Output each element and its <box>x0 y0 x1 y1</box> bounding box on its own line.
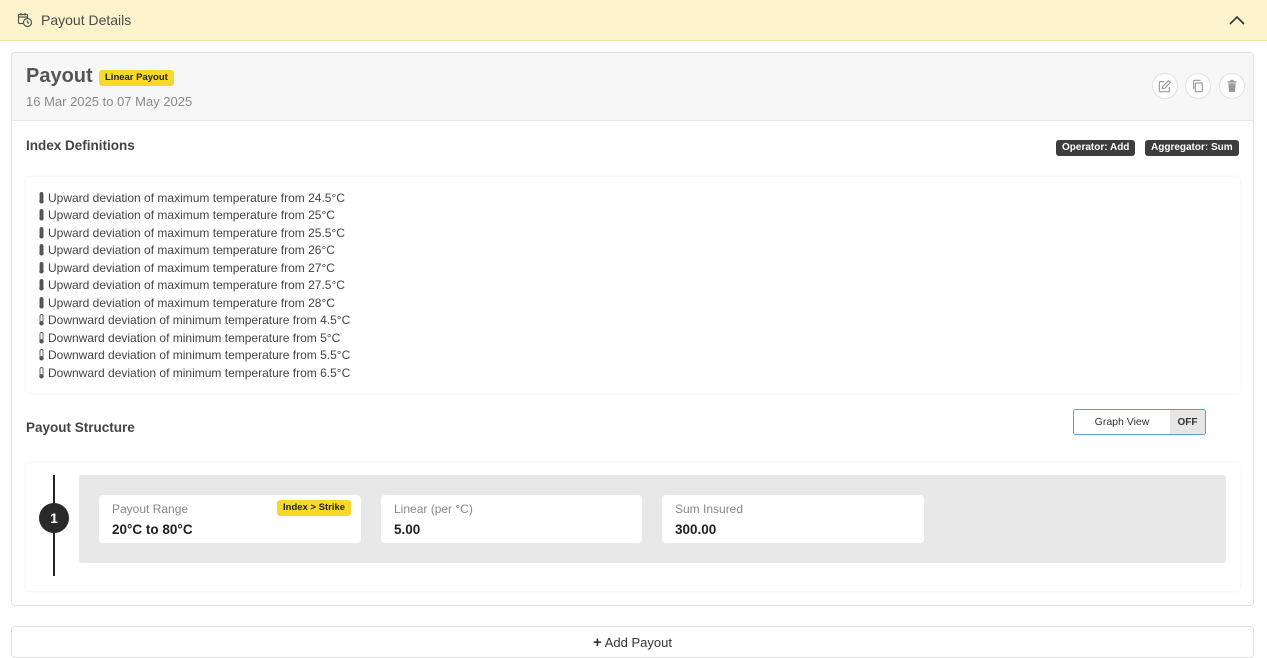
trash-icon <box>1227 79 1237 93</box>
index-definition-text: Upward deviation of maximum temperature … <box>48 278 345 293</box>
add-payout-button[interactable]: + Add Payout <box>11 626 1254 658</box>
thermometer-low-icon <box>39 349 44 361</box>
graph-view-toggle[interactable]: Graph View OFF <box>1073 409 1206 435</box>
thermometer-high-icon <box>39 244 44 256</box>
sum-insured-field: Sum Insured 300.00 <box>662 495 924 543</box>
payout-structure-heading: Payout Structure <box>26 420 135 435</box>
index-definition-text: Downward deviation of minimum temperatur… <box>48 330 341 345</box>
index-definition-item: Upward deviation of maximum temperature … <box>38 207 350 225</box>
add-payout-label: Add Payout <box>604 634 672 650</box>
payout-step-panel: Payout Range Index > Strike 20°C to 80°C… <box>79 475 1226 563</box>
index-definition-text: Upward deviation of maximum temperature … <box>48 225 345 240</box>
sum-insured-value: 300.00 <box>675 522 717 537</box>
index-definition-item: Downward deviation of minimum temperatur… <box>38 364 350 382</box>
index-definition-item: Upward deviation of maximum temperature … <box>38 189 350 207</box>
thermometer-low-icon <box>39 314 44 326</box>
thermometer-high-icon <box>39 279 44 291</box>
index-definition-text: Upward deviation of maximum temperature … <box>48 295 335 310</box>
linear-rate-field: Linear (per °C) 5.00 <box>381 495 642 543</box>
index-definitions-list-box: Upward deviation of maximum temperature … <box>26 177 1240 393</box>
payout-title: Payout <box>26 65 93 87</box>
edit-icon <box>1158 79 1172 93</box>
thermometer-high-icon <box>39 209 44 221</box>
calendar-clock-icon <box>17 13 33 28</box>
index-definition-text: Downward deviation of minimum temperatur… <box>48 348 351 363</box>
index-definition-text: Upward deviation of maximum temperature … <box>48 243 335 258</box>
section-title: Payout Details <box>41 12 132 28</box>
graph-view-label: Graph View <box>1094 416 1150 428</box>
thermometer-high-icon <box>39 296 44 309</box>
payout-range-label: Payout Range <box>112 502 189 516</box>
strike-condition-badge: Index > Strike <box>277 500 352 516</box>
index-definition-item: Downward deviation of minimum temperatur… <box>38 329 350 347</box>
aggregator-badge: Aggregator: Sum <box>1145 140 1239 156</box>
payout-structure-box: 1 Payout Range Index > Strike 20°C to 80… <box>26 463 1240 591</box>
payout-type-badge: Linear Payout <box>99 70 174 86</box>
index-definition-item: Upward deviation of maximum temperature … <box>38 224 350 242</box>
copy-icon <box>1193 79 1203 93</box>
edit-button[interactable] <box>1152 73 1178 99</box>
payout-range-field: Payout Range Index > Strike 20°C to 80°C <box>99 495 361 543</box>
index-definition-text: Upward deviation of maximum temperature … <box>48 208 335 223</box>
duplicate-button[interactable] <box>1185 73 1211 99</box>
thermometer-high-icon <box>39 191 44 204</box>
index-definition-item: Upward deviation of maximum temperature … <box>38 294 350 312</box>
thermometer-high-icon <box>39 261 44 274</box>
index-definitions-list: Upward deviation of maximum temperature … <box>38 189 350 382</box>
index-definition-item: Upward deviation of maximum temperature … <box>38 242 350 260</box>
index-definition-item: Downward deviation of minimum temperatur… <box>38 312 350 330</box>
index-definition-text: Downward deviation of minimum temperatur… <box>48 313 351 328</box>
step-number: 1 <box>39 503 69 533</box>
index-definition-item: Upward deviation of maximum temperature … <box>38 259 350 277</box>
payout-dates: 16 Mar 2025 to 07 May 2025 <box>26 94 193 109</box>
sum-insured-label: Sum Insured <box>675 502 744 516</box>
payout-card: Payout Linear Payout 16 Mar 2025 to 07 M… <box>11 52 1254 606</box>
thermometer-high-icon <box>39 226 44 239</box>
payout-card-header: Payout Linear Payout 16 Mar 2025 to 07 M… <box>12 53 1253 121</box>
index-definition-text: Upward deviation of maximum temperature … <box>48 260 335 275</box>
linear-rate-value: 5.00 <box>394 522 421 537</box>
thermometer-low-icon <box>39 366 44 379</box>
thermometer-low-icon <box>39 331 44 344</box>
delete-button[interactable] <box>1219 73 1245 99</box>
index-definition-text: Downward deviation of minimum temperatur… <box>48 365 351 380</box>
index-definition-text: Upward deviation of maximum temperature … <box>48 190 345 205</box>
chevron-up-icon[interactable] <box>1228 12 1246 28</box>
index-definition-item: Downward deviation of minimum temperatur… <box>38 347 350 365</box>
payout-range-value: 20°C to 80°C <box>112 522 193 537</box>
index-definitions-heading: Index Definitions <box>26 138 135 153</box>
graph-view-state: OFF <box>1170 410 1205 434</box>
index-definition-item: Upward deviation of maximum temperature … <box>38 277 350 295</box>
linear-rate-label: Linear (per °C) <box>394 502 473 516</box>
plus-icon: + <box>593 633 602 651</box>
payout-details-header[interactable]: Payout Details <box>0 0 1267 41</box>
operator-badge: Operator: Add <box>1056 140 1136 156</box>
